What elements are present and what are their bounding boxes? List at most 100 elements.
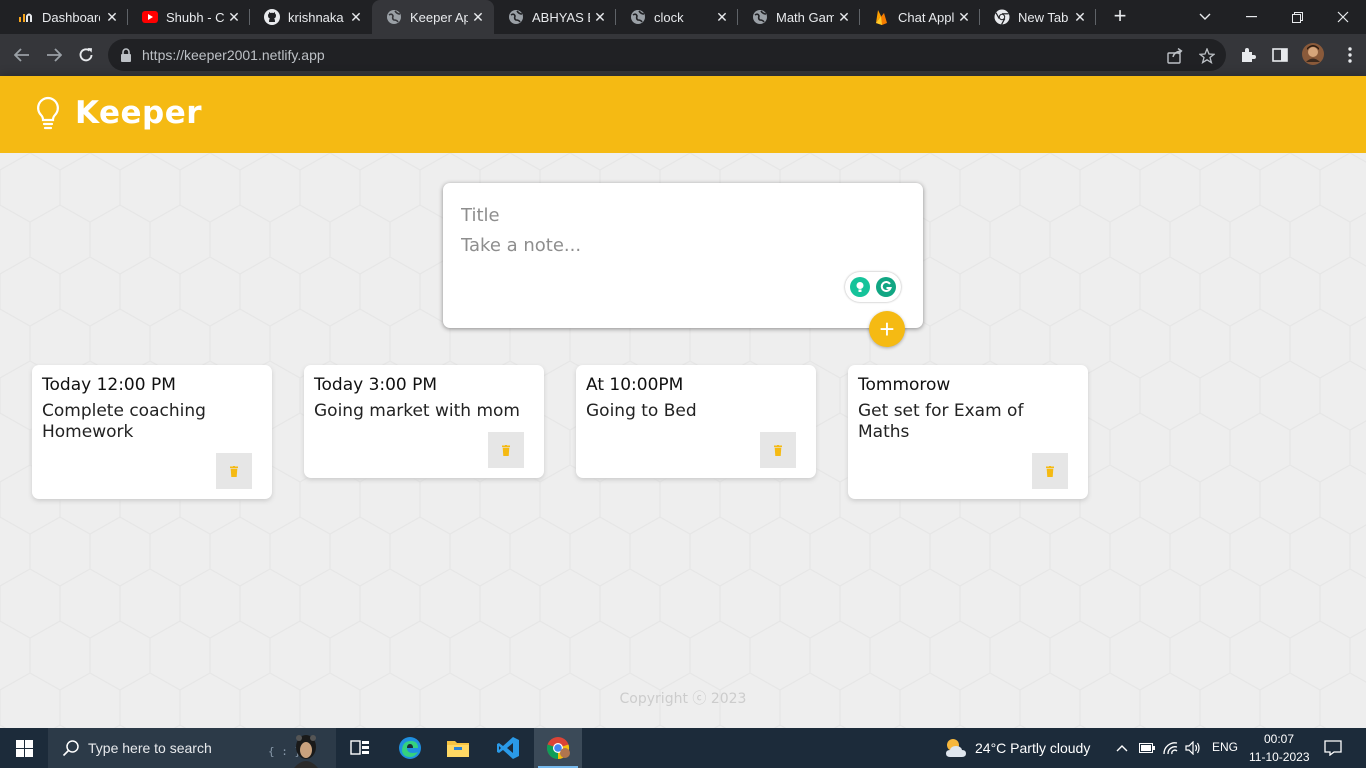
lightbulb-suggestion-icon[interactable] (850, 277, 870, 297)
tab-github[interactable]: krishnaka ✕ (250, 0, 372, 34)
note-title-input[interactable] (461, 203, 901, 227)
note-content-input[interactable] (461, 235, 901, 263)
tab-dashboard[interactable]: Dashboard ✕ (4, 0, 128, 34)
delete-note-button[interactable] (760, 432, 796, 468)
globe-icon (752, 9, 768, 25)
bookmark-star-icon[interactable] (1198, 47, 1216, 65)
close-icon[interactable]: ✕ (470, 9, 486, 25)
close-icon[interactable]: ✕ (956, 9, 972, 25)
lock-icon[interactable] (120, 48, 134, 62)
grammarly-widget[interactable] (845, 272, 901, 302)
tab-math-game[interactable]: Math Gam ✕ (738, 0, 860, 34)
close-icon[interactable]: ✕ (226, 9, 242, 25)
tab-title: krishnaka (288, 9, 344, 25)
edge-icon (399, 737, 421, 759)
tab-title: Chat Appl (898, 9, 955, 25)
trash-icon (1046, 465, 1054, 477)
note-card: Today 12:00 PM Complete coaching Homewor… (32, 365, 272, 499)
tab-title: Shubh - C (166, 9, 224, 25)
add-note-button[interactable]: + (869, 311, 905, 347)
close-icon[interactable]: ✕ (592, 9, 608, 25)
grammarly-logo-icon[interactable] (876, 277, 896, 297)
note-title: Tommorow (858, 375, 951, 395)
tab-clock[interactable]: clock ✕ (616, 0, 738, 34)
page-footer: Copyright ⓒ 2023 (0, 688, 1366, 708)
delete-note-button[interactable] (488, 432, 524, 468)
taskbar-chrome[interactable] (534, 728, 582, 768)
note-content: Going market with mom (314, 401, 520, 421)
share-icon[interactable] (1166, 47, 1184, 65)
notes-page: + Today 12:00 PM Complete coaching Homew… (0, 153, 1366, 728)
tab-abhyas[interactable]: ABHYAS E ✕ (494, 0, 616, 34)
close-icon[interactable]: ✕ (836, 9, 852, 25)
chrome-icon (546, 737, 570, 760)
browser-tab-strip: Dashboard ✕ Shubh - C ✕ krishnaka ✕ Keep… (0, 0, 1366, 34)
clock-date[interactable]: 11-10-2023 (1249, 750, 1310, 764)
close-icon[interactable]: ✕ (1072, 9, 1088, 25)
tab-new-tab[interactable]: New Tab ✕ (980, 0, 1096, 34)
tab-title: Math Gam (776, 9, 834, 25)
restore-button[interactable] (1274, 0, 1320, 34)
folder-icon (447, 741, 469, 757)
tab-search-icon[interactable] (1182, 0, 1228, 34)
taskbar-file-explorer[interactable] (434, 728, 482, 768)
windows-taskbar: Type here to search { : } 24°C Partly cl… (0, 728, 1366, 768)
back-button[interactable] (10, 43, 34, 67)
note-content: Complete coaching Homework (42, 401, 212, 442)
extensions-icon[interactable] (1238, 45, 1258, 65)
note-title: Today 12:00 PM (42, 375, 176, 395)
battery-icon[interactable] (1137, 738, 1157, 758)
note-content: Going to Bed (586, 401, 697, 421)
volume-icon[interactable] (1183, 738, 1203, 758)
forward-button[interactable] (42, 43, 66, 67)
address-bar[interactable]: https://keeper2001.netlify.app (108, 39, 1226, 71)
side-panel-icon[interactable] (1270, 45, 1290, 65)
close-icon[interactable]: ✕ (714, 9, 730, 25)
taskbar-edge[interactable] (386, 728, 434, 768)
tab-title: Dashboard (42, 9, 100, 25)
reload-button[interactable] (74, 43, 98, 67)
search-placeholder: Type here to search (88, 740, 212, 756)
close-icon[interactable]: ✕ (348, 9, 364, 25)
close-icon[interactable]: ✕ (104, 9, 120, 25)
profile-avatar[interactable] (1302, 43, 1324, 65)
task-view-icon (350, 740, 369, 755)
vscode-icon (497, 737, 519, 759)
windows-logo-icon (15, 739, 33, 757)
tab-chat-app[interactable]: Chat Appl ✕ (860, 0, 980, 34)
taskbar-search-box[interactable]: Type here to search { : } (48, 728, 336, 768)
globe-icon (508, 9, 524, 25)
close-window-button[interactable] (1320, 0, 1366, 34)
clock-time[interactable]: 00:07 (1264, 732, 1294, 746)
browser-menu-icon[interactable] (1340, 45, 1360, 65)
tab-title: clock (654, 9, 684, 25)
copyright-text: Copyright ⓒ 2023 (619, 691, 747, 707)
globe-icon (630, 9, 646, 25)
note-card: Today 3:00 PM Going market with mom (304, 365, 544, 478)
new-tab-button[interactable]: + (1108, 5, 1132, 29)
minimize-button[interactable] (1228, 0, 1274, 34)
app-title: Keeper (75, 95, 203, 131)
app-header: Keeper (0, 76, 1366, 153)
delete-note-button[interactable] (216, 453, 252, 489)
trash-icon (774, 444, 782, 456)
wifi-icon[interactable] (1160, 738, 1180, 758)
tab-title: ABHYAS E (532, 9, 590, 25)
weather-text[interactable]: 24°C Partly cloudy (975, 740, 1090, 756)
tab-title: New Tab (1018, 9, 1069, 25)
notification-center-icon[interactable] (1323, 738, 1343, 758)
tab-youtube[interactable]: Shubh - C ✕ (128, 0, 250, 34)
show-hidden-icons-chevron-icon[interactable] (1112, 738, 1132, 758)
task-view-button[interactable] (336, 728, 384, 768)
lightbulb-icon (34, 95, 62, 131)
language-indicator[interactable]: ENG (1212, 740, 1238, 754)
tab-separator (1095, 9, 1096, 25)
delete-note-button[interactable] (1032, 453, 1068, 489)
note-content: Get set for Exam of Maths (858, 401, 1029, 442)
taskbar-vscode[interactable] (484, 728, 532, 768)
search-highlight-image: { : } (266, 730, 326, 768)
weather-partly-cloudy-icon[interactable] (942, 735, 970, 761)
tab-keeper[interactable]: Keeper Ap ✕ (372, 0, 494, 34)
start-button[interactable] (0, 728, 48, 768)
create-note-form (443, 183, 923, 328)
